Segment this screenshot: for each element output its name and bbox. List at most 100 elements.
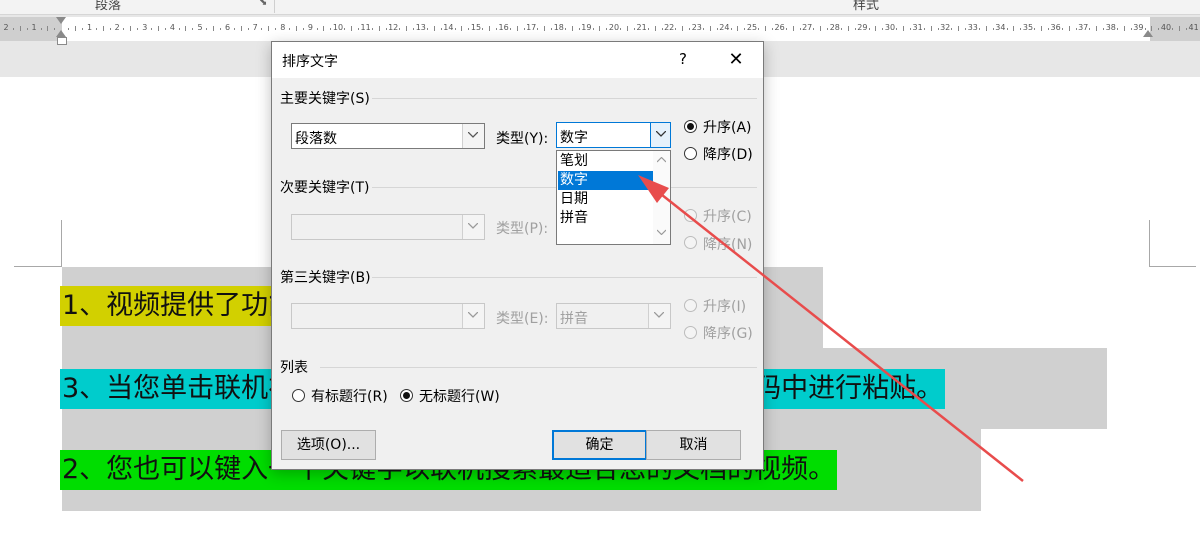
- secondary-type-label: 类型(P):: [496, 221, 549, 237]
- secondary-asc-radio[interactable]: [684, 209, 697, 222]
- horizontal-ruler[interactable]: 2 1 1 2 3 4 5 6 7 8 9 10 11 12 13 14 15 16 17 18 19 20 21 22 2…: [0, 17, 1200, 45]
- with-header-radio[interactable]: [292, 389, 305, 402]
- ruler-tick: [413, 28, 415, 30]
- tertiary-type-label: 类型(E):: [496, 311, 549, 327]
- ruler-tick: [489, 26, 490, 31]
- type-dropdown-list[interactable]: 笔划 数字 日期 拼音: [556, 150, 671, 245]
- close-button[interactable]: ✕: [724, 49, 748, 71]
- ruler-tick: [965, 28, 967, 30]
- ruler-tick: [737, 26, 739, 31]
- chevron-down-icon[interactable]: [648, 304, 670, 328]
- dialog-titlebar[interactable]: 排序文字 ? ✕: [272, 42, 763, 78]
- paragraph-dialog-launcher-icon[interactable]: ⬊: [259, 0, 269, 8]
- ruler-tick: [192, 28, 194, 30]
- chevron-down-icon[interactable]: [462, 304, 484, 328]
- paragraph-group-label: 段落: [95, 0, 122, 13]
- tertiary-desc-label[interactable]: 降序(G): [703, 323, 753, 343]
- ruler-tick: [206, 28, 208, 30]
- ruler-tick: [523, 28, 525, 30]
- tertiary-key-select[interactable]: [291, 303, 485, 329]
- ruler-tick: [1041, 26, 1042, 31]
- first-line-indent-marker[interactable]: [56, 17, 66, 24]
- tertiary-desc-radio[interactable]: [684, 326, 697, 339]
- no-header-label[interactable]: 无标题行(W): [419, 386, 500, 406]
- ruler-tick: [509, 28, 511, 30]
- help-button[interactable]: ?: [672, 49, 694, 69]
- ruler-tick: [571, 26, 573, 31]
- ruler-tick: [268, 26, 270, 31]
- secondary-desc-label[interactable]: 降序(N): [703, 234, 752, 254]
- ruler-tick: [799, 28, 801, 30]
- page-corner-left-v: [61, 220, 62, 266]
- ruler-number: 30: [884, 23, 896, 32]
- ruler-tick: [958, 26, 960, 31]
- ruler-tick: [875, 26, 877, 31]
- dropdown-option-number[interactable]: 数字: [558, 171, 653, 190]
- chevron-down-icon[interactable]: [650, 122, 671, 148]
- ruler-tick: [12, 28, 14, 30]
- chevron-down-icon[interactable]: [462, 215, 484, 239]
- hanging-indent-marker[interactable]: [56, 30, 66, 37]
- ruler-number: 7: [252, 23, 258, 32]
- ruler-tick: [302, 28, 304, 30]
- no-header-radio[interactable]: [400, 389, 413, 402]
- ruler-tick: [682, 26, 684, 31]
- primary-desc-radio[interactable]: [684, 147, 697, 160]
- dropdown-option-pinyin[interactable]: 拼音: [558, 209, 653, 228]
- right-indent-marker[interactable]: [1143, 30, 1153, 37]
- ruler-tick: [923, 28, 925, 30]
- ruler-tick: [702, 28, 704, 30]
- primary-asc-label[interactable]: 升序(A): [703, 117, 752, 137]
- primary-asc-radio[interactable]: [684, 120, 697, 133]
- chevron-down-icon[interactable]: [462, 124, 484, 148]
- chevron-up-icon[interactable]: [657, 157, 666, 163]
- secondary-asc-label[interactable]: 升序(C): [703, 206, 752, 226]
- ruler-number: 31: [912, 23, 923, 32]
- ruler-number: 2: [3, 23, 9, 32]
- chevron-down-icon[interactable]: [657, 229, 666, 235]
- primary-type-select[interactable]: 数字: [556, 122, 671, 148]
- ruler-number: 2: [114, 23, 120, 32]
- ruler-number: 4: [169, 23, 175, 32]
- ruler-number: 6: [225, 23, 231, 32]
- dropdown-option-date[interactable]: 日期: [558, 190, 653, 209]
- left-indent-marker[interactable]: [57, 37, 67, 45]
- ruler-tick: [592, 28, 594, 30]
- cancel-button[interactable]: 取消: [646, 430, 741, 460]
- ruler-tick: [130, 26, 132, 31]
- ruler-tick: [95, 28, 97, 30]
- ruler-tick: [537, 28, 539, 30]
- dropdown-scrollbar[interactable]: [653, 151, 670, 244]
- ruler-tick: [123, 28, 125, 30]
- ruler-tick: [1151, 26, 1153, 31]
- ruler-tick: [599, 26, 601, 31]
- ruler-tick: [468, 28, 470, 30]
- ruler-tick: [785, 28, 787, 30]
- secondary-key-select[interactable]: [291, 214, 485, 240]
- secondary-desc-radio[interactable]: [684, 236, 697, 249]
- ruler-tick: [102, 26, 104, 31]
- ruler-tick: [275, 28, 277, 30]
- ruler-tick: [606, 28, 608, 30]
- tertiary-type-select[interactable]: 拼音: [556, 303, 671, 329]
- ruler-tick: [399, 28, 401, 30]
- ruler-tick: [896, 28, 898, 30]
- ok-button[interactable]: 确定: [552, 430, 647, 460]
- with-header-label[interactable]: 有标题行(R): [311, 386, 388, 406]
- page-corner-right-v: [1149, 220, 1150, 266]
- options-button[interactable]: 选项(O)...: [281, 430, 376, 460]
- ruler-number: 25: [746, 23, 758, 32]
- ruler-tick: [551, 28, 553, 30]
- ruler-tick: [295, 26, 297, 31]
- primary-key-select[interactable]: 段落数: [291, 123, 485, 149]
- tertiary-key-label: 第三关键字(B): [280, 270, 371, 286]
- ruler-number: 18: [553, 23, 564, 32]
- ruler-tick: [1172, 28, 1174, 30]
- ruler-number: 29: [857, 23, 868, 32]
- primary-desc-label[interactable]: 降序(D): [703, 144, 753, 164]
- ruler-tick: [647, 28, 649, 30]
- dropdown-option-stroke[interactable]: 笔划: [558, 152, 653, 171]
- tertiary-asc-label[interactable]: 升序(I): [703, 296, 746, 316]
- ruler-tick: [1089, 28, 1091, 30]
- tertiary-asc-radio[interactable]: [684, 299, 697, 312]
